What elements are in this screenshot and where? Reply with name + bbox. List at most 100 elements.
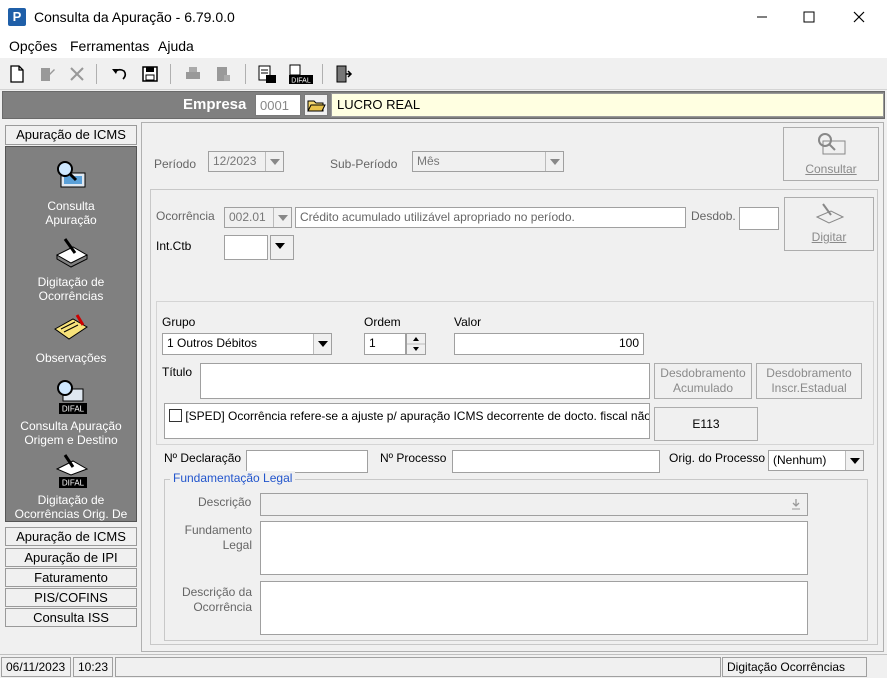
digitar-button[interactable]: Digitar [784,197,874,251]
sidebar-item-digitacao-orig-destino[interactable]: DIFAL Digitação de Ocorrências Orig. De [6,453,136,521]
empresa-label: Empresa [183,96,247,113]
sidebar-tab-ipi[interactable]: Apuração de IPI [5,548,137,567]
toolbar-separator [96,64,97,84]
ocorrencia-code-select[interactable]: 002.01 [224,207,292,228]
subperiodo-select[interactable]: Mês [412,151,564,172]
difal-report-icon[interactable]: DIFAL [288,63,314,85]
print-icon[interactable] [182,63,204,85]
menu-ajuda[interactable]: Ajuda [158,38,194,54]
report-icon[interactable] [256,63,278,85]
empresa-name-field: LUCRO REAL [331,93,884,117]
ordem-spinner[interactable] [406,333,426,355]
toolbar-separator [170,64,171,84]
pen-difal-icon: DIFAL [55,454,89,488]
sped-checkbox[interactable] [169,409,182,423]
desdob-input[interactable] [739,207,779,230]
folder-open-icon[interactable] [304,94,328,116]
fundamento-legal-label: Fundamento Legal [184,523,252,552]
menu-ferramentas[interactable]: Ferramentas [70,38,149,54]
sidebar-item-consulta-apuracao[interactable]: Consulta Apuração [6,159,136,227]
titulo-textarea[interactable] [200,363,650,399]
toolbar: DIFAL [0,58,887,90]
valor-label: Valor [454,315,482,329]
declaracao-label: Nº Declaração [164,451,242,465]
periodo-label: Período [154,157,197,171]
sidebar-tab-pis-cofins[interactable]: PIS/COFINS [5,588,137,607]
magnifier-computer-icon [57,161,86,188]
status-spacer [115,657,721,677]
grupo-select[interactable]: 1 Outros Débitos [162,333,332,355]
descricao-label: Descrição [198,495,252,509]
periodo-select[interactable]: 12/2023 [208,151,284,172]
sidebar-icon-list: Consulta Apuração Digitação de Ocorrências… [5,146,137,522]
sidebar-item-observacoes[interactable]: Observações [6,311,136,365]
descricao-ocorrencia-label: Descrição da Ocorrência [181,585,252,614]
status-message: Digitação Ocorrências [722,657,867,677]
subperiodo-label: Sub-Período [330,157,398,171]
exit-icon[interactable] [332,63,354,85]
status-time: 10:23 [73,657,113,677]
sidebar-tab-faturamento[interactable]: Faturamento [5,568,137,587]
valor-input[interactable]: 100 [454,333,644,355]
sidebar-item-digitacao-ocorrencias[interactable]: Digitação de Ocorrências [6,235,136,303]
sidebar: Apuração de ICMS Consulta Apuração Digita… [3,122,139,652]
save-icon[interactable] [139,63,161,85]
descricao-ocorrencia-textarea[interactable] [260,581,808,635]
sidebar-header[interactable]: Apuração de ICMS [5,125,137,145]
ordem-input[interactable]: 1 [364,333,406,355]
title-bar: P Consulta da Apuração - 6.79.0.0 [0,0,887,34]
ocorrencia-description-field: Crédito acumulado utilizável apropriado … [295,207,686,228]
orig-processo-label: Orig. do Processo [669,451,766,465]
minimize-button[interactable] [739,0,785,34]
status-bar: 06/11/2023 10:23 Digitação Ocorrências [0,654,887,678]
sped-checkbox-row[interactable]: [SPED] Ocorrência refere-se a ajuste p/ … [164,403,650,439]
intctb-input[interactable] [224,235,268,260]
intctb-label: Int.Ctb [156,239,192,253]
toolbar-separator [322,64,323,84]
ocorrencia-label: Ocorrência [156,209,215,223]
empresa-code-input[interactable]: 0001 [255,94,301,116]
processo-input[interactable] [452,450,660,473]
sidebar-tab-icms-st[interactable]: Apuração de ICMS ST [5,527,137,561]
descricao-select[interactable] [260,493,808,516]
undo-icon[interactable] [108,63,130,85]
status-date: 06/11/2023 [1,657,71,677]
grupo-label: Grupo [162,315,196,329]
svg-text:DIFAL: DIFAL [62,405,85,414]
pen-paper-icon [55,238,89,268]
menu-opcoes[interactable]: Opções [9,38,57,54]
ordem-label: Ordem [364,315,401,329]
fundamentacao-legal-title: Fundamentação Legal [170,471,296,485]
consultar-button[interactable]: Consultar [783,127,879,181]
close-button[interactable] [836,0,882,34]
menu-bar: Opções Ferramentas Ajuda [0,34,887,58]
svg-text:DIFAL: DIFAL [291,78,311,85]
pen-paper-icon [815,203,845,224]
magnifier-computer-icon [818,133,846,155]
download-arrow-icon[interactable] [788,496,804,512]
svg-text:DIFAL: DIFAL [62,479,85,488]
window-title: Consulta da Apuração - 6.79.0.0 [34,9,235,25]
orig-processo-select[interactable]: (Nenhum) [768,450,864,471]
e113-button[interactable]: E113 [654,407,758,441]
empresa-bar: Empresa 0001 LUCRO REAL [2,91,885,119]
edit-icon[interactable] [36,63,58,85]
titulo-label: Título [162,365,193,379]
magnifier-difal-icon: DIFAL [57,380,87,414]
fundamento-legal-textarea[interactable] [260,521,808,575]
declaracao-input[interactable] [246,450,368,473]
print-preview-icon[interactable] [212,63,234,85]
toolbar-separator [245,64,246,84]
processo-label: Nº Processo [380,451,447,465]
intctb-dropdown-button[interactable] [270,235,294,260]
sidebar-item-consulta-origem-destino[interactable]: DIFAL Consulta Apuração Origem e Destino [6,379,136,447]
desdobramento-inscr-estadual-button[interactable]: Desdobramento Inscr.Estadual [756,363,862,399]
notes-icon [54,314,88,340]
maximize-button[interactable] [786,0,832,34]
sidebar-tab-consulta-iss[interactable]: Consulta ISS [5,608,137,627]
app-icon: P [8,8,26,26]
new-document-icon[interactable] [6,63,28,85]
main-panel: Período 12/2023 Sub-Período Mês Consulta… [141,122,884,652]
desdobramento-acumulado-button[interactable]: Desdobramento Acumulado [654,363,752,399]
delete-icon[interactable] [66,63,88,85]
